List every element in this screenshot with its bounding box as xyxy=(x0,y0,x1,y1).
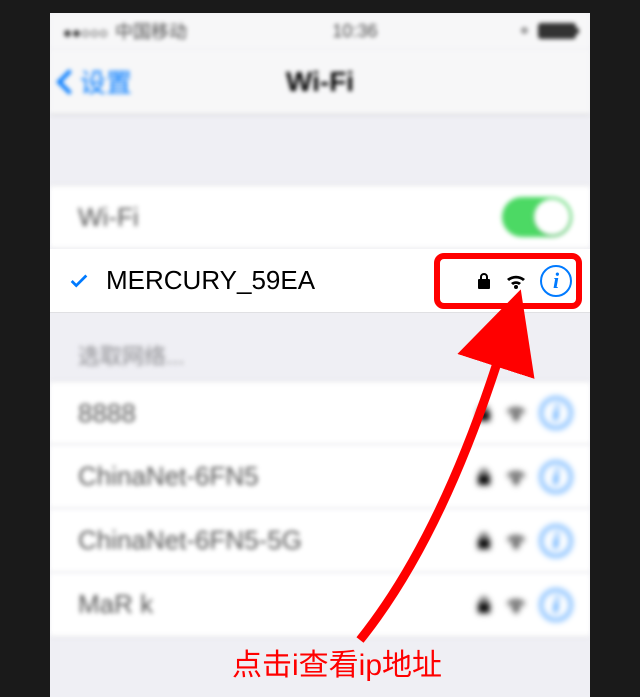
network-row-icons: i xyxy=(476,525,572,557)
info-icon[interactable]: i xyxy=(540,397,572,429)
lock-icon xyxy=(476,467,492,487)
info-icon[interactable]: i xyxy=(540,265,572,297)
nav-header: 设置 Wi-Fi xyxy=(50,49,590,115)
status-bar: 中国移动 10:36 ⚬ xyxy=(50,13,590,49)
lock-icon xyxy=(476,403,492,423)
wifi-toggle[interactable] xyxy=(502,197,572,237)
network-row-icons: i xyxy=(476,461,572,493)
connected-network-name: MERCURY_59EA xyxy=(106,265,476,296)
wifi-toggle-label: Wi-Fi xyxy=(78,202,502,233)
info-icon[interactable]: i xyxy=(540,461,572,493)
network-row[interactable]: MaR k i xyxy=(50,573,590,637)
network-row[interactable]: ChinaNet-6FN5-5G i xyxy=(50,509,590,573)
network-row[interactable]: ChinaNet-6FN5 i xyxy=(50,445,590,509)
back-label: 设置 xyxy=(80,63,132,100)
info-icon[interactable]: i xyxy=(540,589,572,621)
connected-row-icons: i xyxy=(476,265,572,297)
lock-icon xyxy=(476,595,492,615)
spacer xyxy=(50,115,590,185)
info-icon[interactable]: i xyxy=(540,525,572,557)
checkmark-icon xyxy=(68,268,106,294)
network-name: ChinaNet-6FN5-5G xyxy=(78,525,476,556)
section-header: 选取网络... xyxy=(50,329,590,381)
wifi-icon xyxy=(504,271,528,291)
network-row-icons: i xyxy=(476,589,572,621)
clock: 10:36 xyxy=(332,21,377,42)
bluetooth-icon: ⚬ xyxy=(517,21,532,42)
wifi-icon xyxy=(504,595,528,615)
wifi-icon xyxy=(504,403,528,423)
wifi-icon xyxy=(504,467,528,487)
network-name: ChinaNet-6FN5 xyxy=(78,461,476,492)
toggle-knob xyxy=(534,199,570,235)
network-row[interactable]: 8888 i xyxy=(50,381,590,445)
spacer xyxy=(50,313,590,329)
back-button[interactable]: 设置 xyxy=(50,63,132,100)
signal-dots-icon xyxy=(64,21,109,42)
connected-network-row[interactable]: MERCURY_59EA i xyxy=(50,249,590,313)
battery-icon xyxy=(538,23,576,39)
network-row-icons: i xyxy=(476,397,572,429)
wifi-icon xyxy=(504,531,528,551)
phone-screen: 中国移动 10:36 ⚬ 设置 Wi-Fi Wi-Fi MERCURY_59EA xyxy=(50,13,590,697)
carrier-label: 中国移动 xyxy=(115,18,187,44)
lock-icon xyxy=(476,271,492,291)
wifi-toggle-row[interactable]: Wi-Fi xyxy=(50,185,590,249)
network-name: 8888 xyxy=(78,398,476,429)
chevron-left-icon xyxy=(56,69,81,94)
lock-icon xyxy=(476,531,492,551)
network-name: MaR k xyxy=(78,589,476,620)
